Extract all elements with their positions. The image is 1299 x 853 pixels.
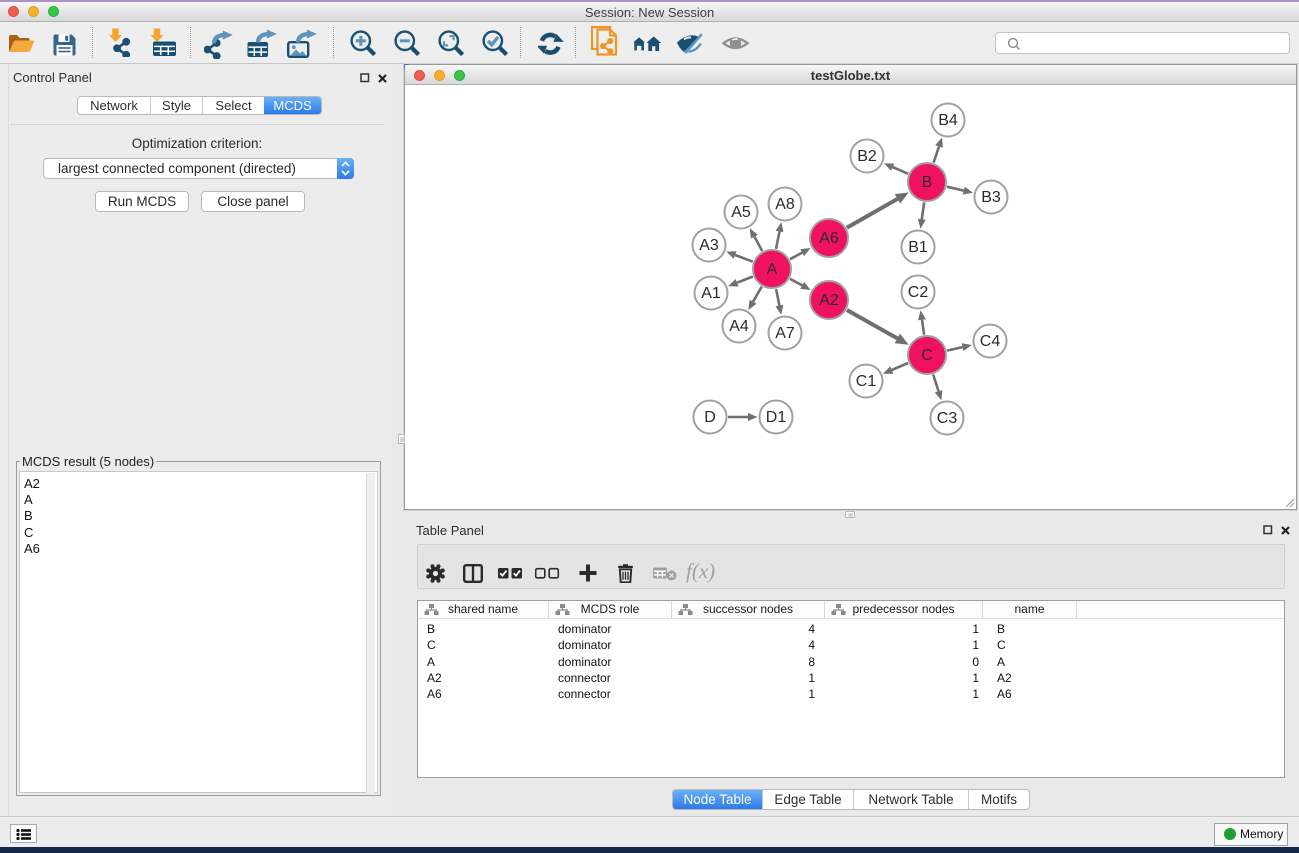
- svg-text:B: B: [922, 174, 933, 191]
- svg-text:A3: A3: [699, 237, 719, 254]
- svg-text:C: C: [921, 347, 933, 364]
- svg-text:A: A: [767, 261, 778, 278]
- svg-text:A4: A4: [729, 318, 749, 335]
- svg-text:A5: A5: [731, 204, 751, 221]
- svg-text:A7: A7: [775, 325, 795, 342]
- svg-text:C2: C2: [908, 284, 929, 301]
- svg-text:A8: A8: [775, 196, 795, 213]
- svg-text:D: D: [704, 409, 716, 426]
- svg-text:B3: B3: [981, 189, 1001, 206]
- svg-text:D1: D1: [766, 409, 787, 426]
- svg-text:A6: A6: [819, 230, 839, 247]
- svg-text:B1: B1: [908, 239, 928, 256]
- svg-text:A1: A1: [701, 285, 721, 302]
- svg-text:B4: B4: [938, 112, 958, 129]
- svg-text:A2: A2: [819, 292, 839, 309]
- svg-text:C1: C1: [856, 373, 877, 390]
- svg-text:C3: C3: [937, 410, 958, 427]
- svg-text:C4: C4: [980, 333, 1001, 350]
- svg-text:B2: B2: [857, 148, 877, 165]
